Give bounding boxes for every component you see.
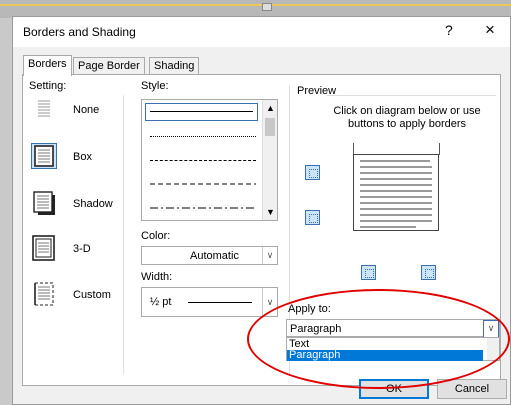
color-value: Automatic xyxy=(190,250,239,262)
right-border-icon[interactable] xyxy=(421,265,436,280)
setting-none-label: None xyxy=(73,104,100,116)
color-label: Color: xyxy=(141,230,171,242)
setting-label: Setting: xyxy=(29,80,67,92)
dialog-title: Borders and Shading xyxy=(23,25,136,39)
list-scrollbar[interactable] xyxy=(487,338,499,360)
tab-page-border-label: Page Border xyxy=(78,60,140,72)
style-option-solid[interactable] xyxy=(145,103,258,121)
border-shadow-icon xyxy=(31,190,57,216)
apply-to-label: Apply to: xyxy=(288,303,331,315)
border-none-icon xyxy=(31,96,57,122)
width-label: Width: xyxy=(141,271,173,283)
scroll-up-icon[interactable]: ▲ xyxy=(266,103,275,113)
width-dropdown[interactable]: ½ pt ∨ xyxy=(141,287,278,317)
tab-shading-label: Shading xyxy=(154,60,195,72)
border-3d-icon xyxy=(31,235,57,261)
style-option-dotted[interactable] xyxy=(150,136,256,137)
tab-shading[interactable]: Shading xyxy=(149,57,200,75)
tab-borders-label: Borders xyxy=(28,58,67,70)
chevron-down-icon[interactable]: ∨ xyxy=(262,288,277,316)
chevron-down-icon[interactable]: ∨ xyxy=(483,320,499,338)
setting-shadow-label: Shadow xyxy=(73,198,113,210)
width-line-sample xyxy=(188,302,252,303)
border-custom-icon xyxy=(31,281,57,307)
apply-to-dropdown[interactable]: Paragraph ∨ xyxy=(286,319,500,338)
style-listbox[interactable]: ▲ ▼ xyxy=(141,99,278,221)
width-value: ½ pt xyxy=(150,296,172,308)
tab-borders[interactable]: Borders xyxy=(23,55,72,76)
corner-mark-tr xyxy=(439,143,444,155)
setting-custom-label: Custom xyxy=(73,289,111,301)
setting-box-label: Box xyxy=(73,151,92,163)
scroll-thumb[interactable] xyxy=(265,118,275,136)
close-button[interactable]: × xyxy=(485,20,495,40)
apply-option-paragraph[interactable]: Paragraph xyxy=(287,350,483,361)
background-accent-line xyxy=(0,4,511,6)
style-scrollbar[interactable]: ▲ ▼ xyxy=(262,100,277,220)
preview-hint: Click on diagram below or use buttons to… xyxy=(333,105,481,130)
title-bar: Borders and Shading ? × xyxy=(13,17,510,47)
top-border-icon[interactable] xyxy=(305,165,320,180)
style-label: Style: xyxy=(141,80,169,92)
setting-3d-label: 3-D xyxy=(73,243,91,255)
border-box-icon xyxy=(31,143,57,169)
preview-diagram[interactable] xyxy=(353,154,439,231)
left-border-icon[interactable] xyxy=(361,265,376,280)
chevron-down-icon[interactable]: ∨ xyxy=(262,247,277,264)
preview-rule xyxy=(327,95,496,96)
cancel-button[interactable]: Cancel xyxy=(437,379,507,399)
scroll-down-icon[interactable]: ▼ xyxy=(266,207,275,217)
color-dropdown[interactable]: Automatic ∨ xyxy=(141,246,278,265)
ok-button[interactable]: OK xyxy=(359,379,429,399)
bottom-border-icon[interactable] xyxy=(305,210,320,225)
borders-shading-dialog: Borders and Shading ? × Borders Page Bor… xyxy=(12,16,511,405)
style-option-dashed-small[interactable] xyxy=(150,160,256,161)
ruler-marker xyxy=(262,3,272,11)
tab-page-border[interactable]: Page Border xyxy=(73,57,145,75)
help-button[interactable]: ? xyxy=(445,22,453,38)
apply-to-value: Paragraph xyxy=(290,323,342,335)
setting-divider xyxy=(123,95,124,375)
apply-to-list[interactable]: Text Paragraph xyxy=(286,337,500,361)
